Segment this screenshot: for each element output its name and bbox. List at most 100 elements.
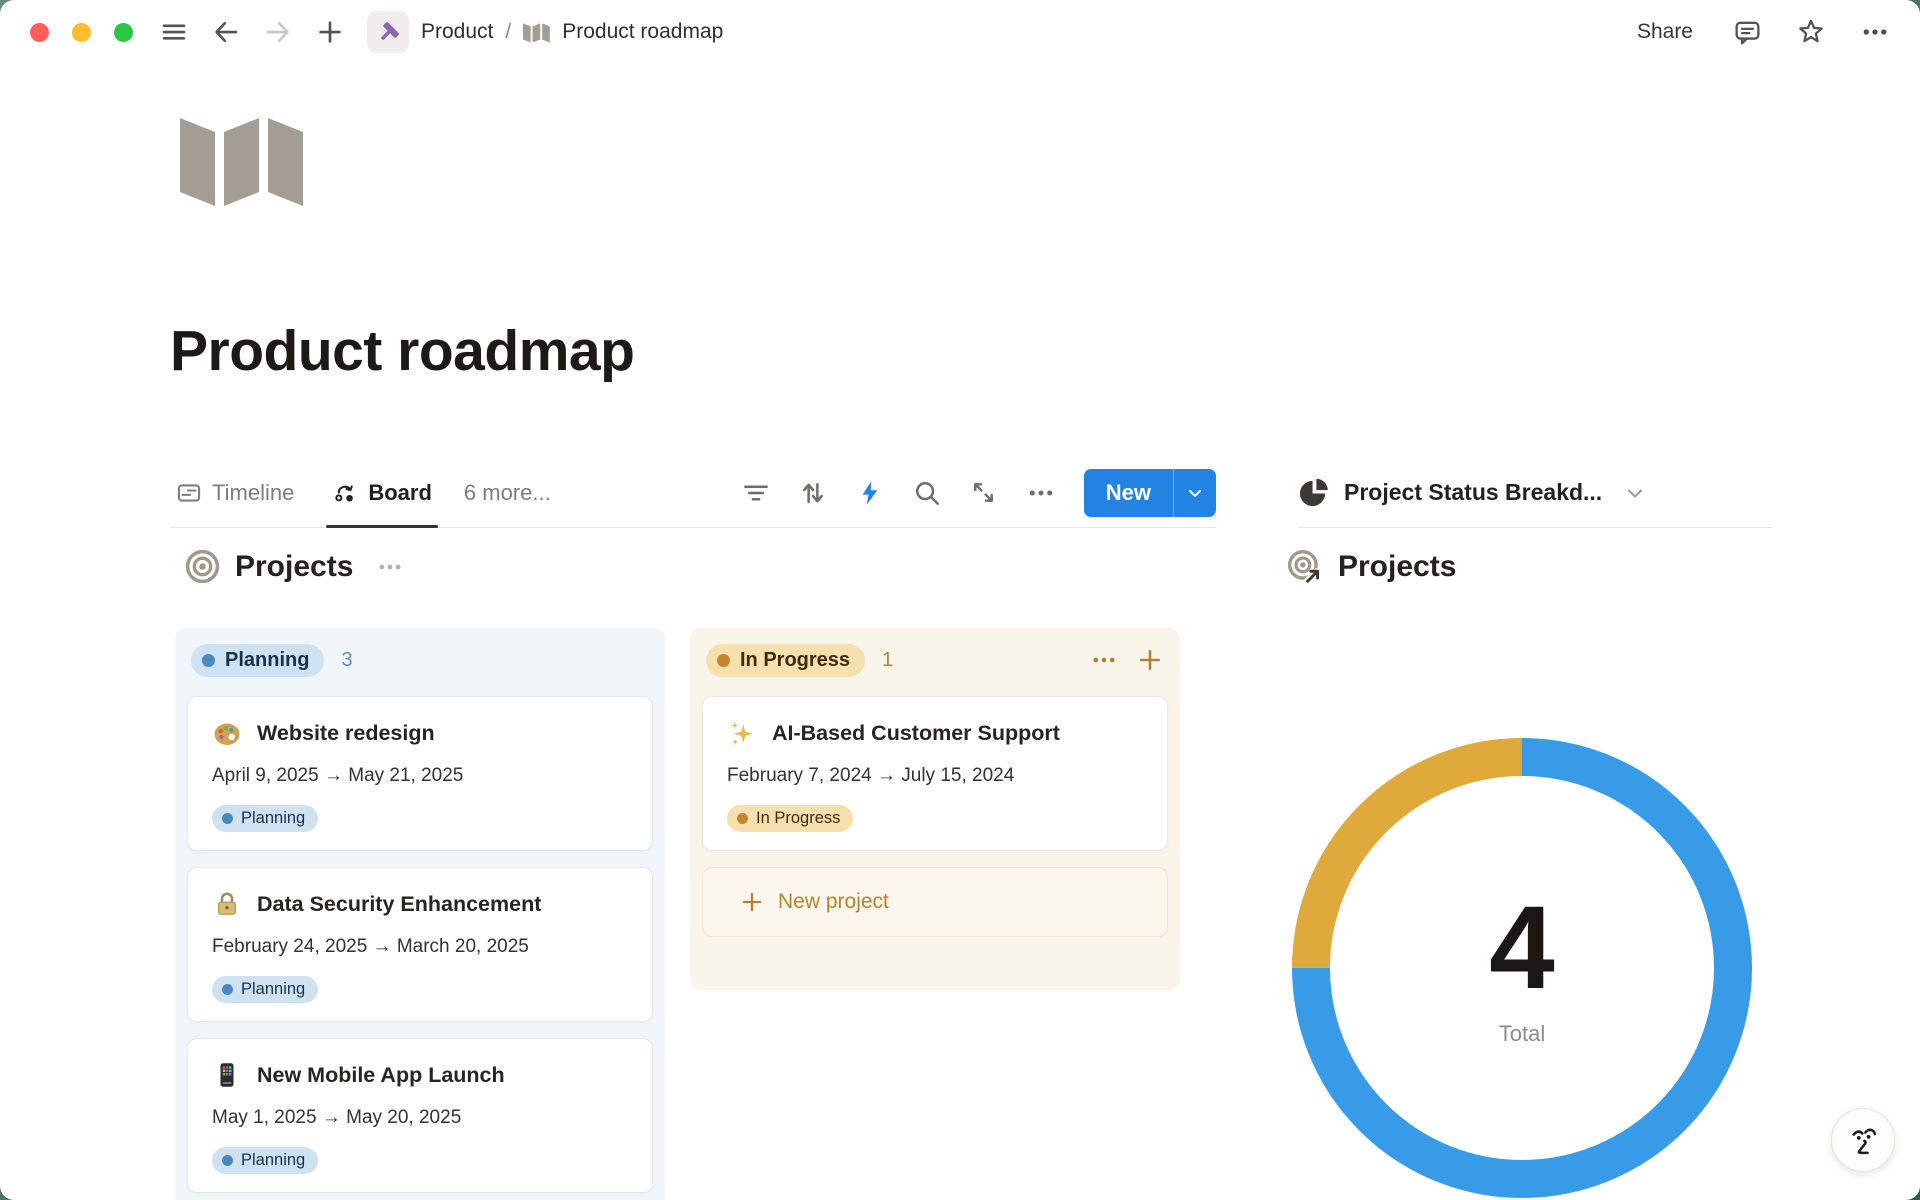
breadcrumb-page[interactable]: Product roadmap xyxy=(562,20,723,44)
view-toolbar: New xyxy=(740,469,1216,517)
sort-button[interactable] xyxy=(797,477,829,509)
card-status-tag: Planning xyxy=(212,1147,318,1174)
board-column-planning: Planning 3 Website redesign April 9, 202… xyxy=(175,628,665,1200)
new-button-dropdown[interactable] xyxy=(1173,469,1216,517)
view-options-button[interactable] xyxy=(1025,477,1057,509)
card-status-label: In Progress xyxy=(756,809,840,828)
teamspace-icon-box[interactable] xyxy=(367,11,409,53)
column-header: Planning 3 xyxy=(187,640,653,680)
status-donut-chart[interactable] xyxy=(1292,738,1752,1198)
column-count: 3 xyxy=(341,649,352,672)
new-page-button[interactable] xyxy=(315,17,345,47)
hammer-icon xyxy=(376,20,401,45)
card-title: Website redesign xyxy=(257,721,435,746)
status-dot xyxy=(222,984,233,995)
more-views-button[interactable]: 6 more... xyxy=(464,480,551,506)
more-icon xyxy=(1090,646,1118,674)
section-menu-button[interactable] xyxy=(375,552,405,582)
plus-icon xyxy=(1136,646,1164,674)
forward-button[interactable] xyxy=(263,17,293,47)
breadcrumb-team[interactable]: Product xyxy=(421,20,493,44)
board-section-header: Projects xyxy=(184,548,405,585)
page-menu-button[interactable] xyxy=(1860,17,1890,47)
search-button[interactable] xyxy=(911,477,943,509)
expand-view-button[interactable] xyxy=(968,477,1000,509)
favorite-button[interactable] xyxy=(1796,17,1826,47)
status-dot xyxy=(737,813,748,824)
hamburger-icon xyxy=(159,17,189,47)
back-button[interactable] xyxy=(211,17,241,47)
column-add-button[interactable] xyxy=(1136,646,1164,674)
chevron-down-icon xyxy=(1185,483,1205,503)
card-dates: April 9, 2025 → May 21, 2025 xyxy=(212,765,628,787)
timeline-view-icon xyxy=(176,480,202,506)
more-icon xyxy=(1860,17,1890,47)
status-dot xyxy=(222,1155,233,1166)
breadcrumb-separator: / xyxy=(505,20,511,44)
more-icon xyxy=(375,552,405,582)
share-button[interactable]: Share xyxy=(1631,19,1699,45)
column-count: 1 xyxy=(882,649,893,672)
lock-icon xyxy=(212,889,242,919)
status-dot xyxy=(202,654,215,667)
project-card-ai-support[interactable]: AI-Based Customer Support February 7, 20… xyxy=(702,696,1168,851)
project-card-website-redesign[interactable]: Website redesign April 9, 2025 → May 21,… xyxy=(187,696,653,851)
tab-timeline[interactable]: Timeline xyxy=(170,458,300,527)
pie-icon xyxy=(1298,477,1329,508)
target-icon xyxy=(184,548,221,585)
page-title: Product roadmap xyxy=(170,318,634,384)
palette-icon xyxy=(212,718,242,748)
plus-icon xyxy=(315,17,345,47)
sort-icon xyxy=(798,478,828,508)
comment-icon xyxy=(1733,18,1762,47)
card-status-tag: In Progress xyxy=(727,805,853,832)
automations-button[interactable] xyxy=(854,477,886,509)
filter-icon xyxy=(741,478,771,508)
project-card-mobile-app[interactable]: New Mobile App Launch May 1, 2025 → May … xyxy=(187,1038,653,1193)
tab-board-label: Board xyxy=(368,480,432,506)
card-dates: May 1, 2025 → May 20, 2025 xyxy=(212,1107,628,1129)
status-pill-planning[interactable]: Planning xyxy=(191,644,324,677)
card-status-label: Planning xyxy=(241,980,305,999)
expand-icon xyxy=(969,478,998,507)
ai-face-icon xyxy=(1845,1122,1881,1158)
view-bar: Timeline Board 6 more... xyxy=(170,458,1216,528)
column-name: Planning xyxy=(225,649,309,672)
card-status-label: Planning xyxy=(241,809,305,828)
close-window-button[interactable] xyxy=(30,23,49,42)
sidebar-toggle-button[interactable] xyxy=(159,17,189,47)
comments-button[interactable] xyxy=(1733,18,1762,47)
card-dates: February 24, 2025 → March 20, 2025 xyxy=(212,936,628,958)
minimize-window-button[interactable] xyxy=(72,23,91,42)
more-icon xyxy=(1026,478,1056,508)
card-title: AI-Based Customer Support xyxy=(772,721,1060,746)
page-icon-map[interactable] xyxy=(180,114,304,206)
titlebar: Product / Product roadmap Share xyxy=(0,0,1920,64)
new-project-button[interactable]: New project xyxy=(702,867,1168,937)
column-menu-button[interactable] xyxy=(1090,646,1118,674)
linked-target-icon xyxy=(1286,548,1324,586)
new-button-group: New xyxy=(1084,469,1216,517)
status-dot xyxy=(222,813,233,824)
status-pill-in-progress[interactable]: In Progress xyxy=(706,644,865,677)
chart-section-header: Projects xyxy=(1286,548,1456,586)
automation-bolt-icon xyxy=(856,479,884,507)
new-project-label: New project xyxy=(778,890,889,914)
chevron-down-icon xyxy=(1623,481,1647,505)
card-status-label: Planning xyxy=(241,1151,305,1170)
card-title: New Mobile App Launch xyxy=(257,1063,505,1088)
star-icon xyxy=(1796,17,1826,47)
new-button[interactable]: New xyxy=(1084,469,1173,517)
card-dates: February 7, 2024 → July 15, 2024 xyxy=(727,765,1143,787)
board-view-icon xyxy=(332,480,358,506)
project-card-data-security[interactable]: Data Security Enhancement February 24, 2… xyxy=(187,867,653,1022)
filter-button[interactable] xyxy=(740,477,772,509)
tab-board[interactable]: Board xyxy=(326,458,438,527)
search-icon xyxy=(912,478,942,508)
window-controls xyxy=(30,23,133,42)
back-arrow-icon xyxy=(211,17,241,47)
notion-ai-button[interactable] xyxy=(1831,1108,1895,1172)
chart-selector[interactable]: Project Status Breakd... xyxy=(1298,458,1772,528)
app-window: Product / Product roadmap Share Product … xyxy=(0,0,1920,1200)
zoom-window-button[interactable] xyxy=(114,23,133,42)
